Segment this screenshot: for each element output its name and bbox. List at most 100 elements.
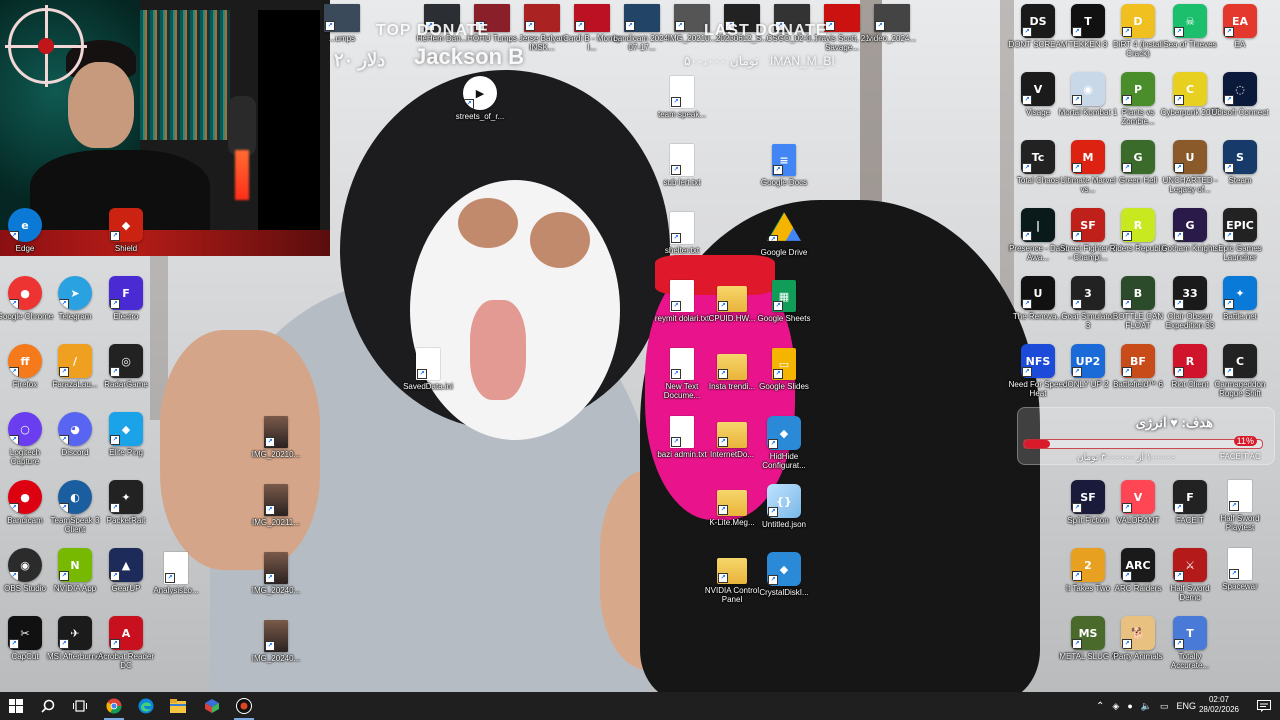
taskbar-edge[interactable]	[130, 692, 162, 720]
desktop-icon-dirt-4-install-crack[interactable]: D ↗ DiRT 4 (install Crack)	[1108, 4, 1168, 70]
desktop-icon-label: sub lert.txt	[663, 178, 701, 187]
taskbar-file-explorer[interactable]	[162, 692, 194, 720]
desktop-icon-elite-ping[interactable]: ◆ ↗ Elite Ping	[96, 412, 156, 478]
shortcut-arrow-icon: ↗	[265, 505, 275, 515]
desktop-icon-totally-accurate[interactable]: T ↗ Totally Accurate...	[1160, 616, 1220, 682]
desktop-icon-google-drive[interactable]: ↗ Google Drive	[754, 212, 814, 278]
shortcut-arrow-icon: ↗	[1229, 569, 1239, 579]
desktop-icon-k-lite-meg[interactable]: ↗ K-Lite.Meg...	[702, 484, 762, 550]
shortcut-arrow-icon: ↗	[1122, 95, 1132, 105]
desktop-icon-half-sword-playtest[interactable]: ↗ Half Sword Playtest	[1210, 480, 1270, 546]
img-20240-icon: ↗	[264, 620, 288, 652]
desktop-icon-video-2024[interactable]: ↗ video_2024...	[862, 4, 922, 70]
desktop-icon-epic-games-launcher[interactable]: EPIC ↗ Epic Games Launcher	[1210, 208, 1270, 274]
notifications-button[interactable]	[1248, 692, 1280, 720]
desktop-icon-riders-republic[interactable]: R ↗ Riders Republic	[1108, 208, 1168, 274]
desktop-icon-arc-raiders[interactable]: ARC ↗ ARC Raiders	[1108, 548, 1168, 614]
shortcut-arrow-icon: ↗	[110, 367, 120, 377]
desktop-icon-spacewar[interactable]: ↗ Spacewar	[1210, 548, 1270, 614]
desktop-icon-electro[interactable]: F ↗ Electro	[96, 276, 156, 342]
shortcut-arrow-icon: ↗	[165, 573, 175, 583]
desktop-icon-party-animals[interactable]: 🐕 ↗ Party Animals	[1108, 616, 1168, 682]
desktop-icon-ubisoft-connect[interactable]: ◌ ↗ Ubisoft Connect	[1210, 72, 1270, 138]
shortcut-arrow-icon: ↗	[1224, 163, 1234, 173]
search-button[interactable]	[32, 692, 64, 720]
desktop-icon-carmageddon-rogue-shift[interactable]: C ↗ Carmageddon Rogue Shift	[1210, 344, 1270, 410]
desktop-icon-steam[interactable]: S ↗ Steam	[1210, 140, 1270, 206]
desktop-icon-plants-vs-zombie[interactable]: P ↗ Plants vs Zombie...	[1108, 72, 1168, 138]
desktop-icon-team-speak[interactable]: ↗ team speak...	[652, 76, 712, 142]
need-for-speed-heat-icon: NFS ↗	[1021, 344, 1055, 378]
team-speak-icon: ↗	[670, 76, 694, 108]
desktop-icon-internetdo[interactable]: ↗ InternetDo...	[702, 416, 762, 482]
desktop-icon-shield[interactable]: ◆ ↗ Shield	[96, 208, 156, 274]
desktop-icon-hidhide-configurat[interactable]: ◆ ↗ HidHide Configurat...	[754, 416, 814, 482]
desktop-icon-ea[interactable]: EA ↗ EA	[1210, 4, 1270, 70]
desktop-icon-label: Battlefield™ 6	[1113, 380, 1163, 389]
shortcut-arrow-icon: ↗	[110, 299, 120, 309]
desktop-icon-bottle-can-float[interactable]: B ↗ BOTTLE CAN FLOAT	[1108, 276, 1168, 342]
shortcut-arrow-icon: ↗	[1224, 95, 1234, 105]
start-button[interactable]	[0, 692, 32, 720]
img-20240-icon: ↗	[264, 552, 288, 584]
shortcut-arrow-icon: ↗	[1122, 299, 1132, 309]
desktop-icon-label: Green Hell	[1118, 176, 1158, 185]
desktop-icon-untitled-json[interactable]: {} ↗ Untitled.json	[754, 484, 814, 550]
shortcut-arrow-icon: ↗	[525, 21, 535, 31]
chevron-up-icon[interactable]: ⌃	[1096, 701, 1104, 712]
bazi-admin-txt-icon: ↗	[670, 416, 694, 448]
notification-icon	[1257, 700, 1271, 712]
desktop-icon-packetrait[interactable]: ✦ ↗ PacketRait	[96, 480, 156, 546]
desktop-icon-google-docs[interactable]: ≡ ↗ Google Docs	[754, 144, 814, 210]
desktop-icon-analysislo[interactable]: ↗ AnalysisLo...	[146, 552, 206, 618]
taskbar-clock[interactable]: 02:07 28/02/2026	[1194, 695, 1244, 715]
desktop-icon-saveddata-ini[interactable]: ↗ SavedData.ini	[398, 348, 458, 414]
cyberpunk-2077-icon: C ↗	[1173, 72, 1207, 106]
phone-icon[interactable]: ◈	[1112, 701, 1119, 712]
only-up-2-icon: UP2 ↗	[1071, 344, 1105, 378]
shortcut-arrow-icon: ↗	[9, 571, 19, 581]
desktop-icon-img-20240[interactable]: ↗ IMG_20240...	[246, 552, 306, 618]
desktop-icon-img-20210[interactable]: ↗ IMG_20210...	[246, 416, 306, 482]
last-donate-amount: ۵۰۰،۰۰۰ تومان	[684, 54, 759, 68]
desktop-icon-nvidia-control-panel[interactable]: ↗ NVIDIA Control Panel	[702, 552, 762, 618]
desktop-icon-green-hell[interactable]: G ↗ Green Hell	[1108, 140, 1168, 206]
desktop-icon-radargame[interactable]: ◎ ↗ RadarGame	[96, 344, 156, 410]
desktop-icon-cpuid-hw[interactable]: ↗ CPUID.HW...	[702, 280, 762, 346]
taskbar-chrome[interactable]	[98, 692, 130, 720]
desktop-icon-streets-of-r[interactable]: ▶ ↗ streets_of_r...	[450, 76, 510, 142]
desktop-icon-label: Half Sword Playtest	[1220, 514, 1260, 532]
desktop-icon-label: SavedData.ini	[403, 382, 453, 391]
desktop-icon-battlefield-6[interactable]: BF ↗ Battlefield™ 6	[1108, 344, 1168, 410]
desktop-icon-label: Acrobat Reader DC	[97, 652, 155, 670]
volume-icon[interactable]: 🔈	[1141, 701, 1152, 712]
desktop-icon-valorant[interactable]: V ↗ VALORANT	[1108, 480, 1168, 546]
desktop-icon-img-20240[interactable]: ↗ IMG_20240...	[246, 620, 306, 686]
network-icon[interactable]: ▭	[1160, 701, 1169, 712]
shortcut-arrow-icon: ↗	[671, 369, 681, 379]
desktop-icon-edge[interactable]: e ↗ Edge	[0, 208, 55, 274]
shortcut-arrow-icon: ↗	[265, 573, 275, 583]
desktop-icon-google-slides[interactable]: ▭ ↗ Google Slides	[754, 348, 814, 414]
desktop-icon-shelter-txt[interactable]: ↗ shelter.txt	[652, 212, 712, 278]
desktop-icon-img-20211[interactable]: ↗ IMG_20211...	[246, 484, 306, 550]
shortcut-arrow-icon: ↗	[773, 165, 783, 175]
microphone-icon[interactable]: ●	[1127, 701, 1132, 711]
task-view-button[interactable]	[64, 692, 96, 720]
desktop-icon-sub-lert-txt[interactable]: ↗ sub lert.txt	[652, 144, 712, 210]
taskbar-obs[interactable]	[228, 692, 260, 720]
desktop-icon-battle-net[interactable]: ✦ ↗ Battle.net	[1210, 276, 1270, 342]
shortcut-arrow-icon: ↗	[1122, 27, 1132, 37]
taskbar-cube-app[interactable]	[196, 692, 228, 720]
desktop-icon-insta-trendi[interactable]: ↗ Insta trendi...	[702, 348, 762, 414]
battlefield-6-icon: BF ↗	[1121, 344, 1155, 378]
desktop-icon-crystaldiski[interactable]: ◆ ↗ CrystalDiskI...	[754, 552, 814, 618]
desktop-icon-label: streets_of_r...	[455, 112, 505, 121]
desktop-icon-acrobat-reader-dc[interactable]: A ↗ Acrobat Reader DC	[96, 616, 156, 682]
desktop-icon-label: Battle.net	[1223, 312, 1257, 321]
clair-obscur-expedition-33-icon: 33 ↗	[1173, 276, 1207, 310]
desktop-icon-label: NVIDIA Control Panel	[704, 586, 760, 604]
desktop-icon-google-sheets[interactable]: ▦ ↗ Google Sheets	[754, 280, 814, 346]
img-20211-icon: ↗	[264, 484, 288, 516]
taskbar: ⌃ ◈ ● 🔈 ▭ ENG 02:07 28/02/2026	[0, 692, 1280, 720]
